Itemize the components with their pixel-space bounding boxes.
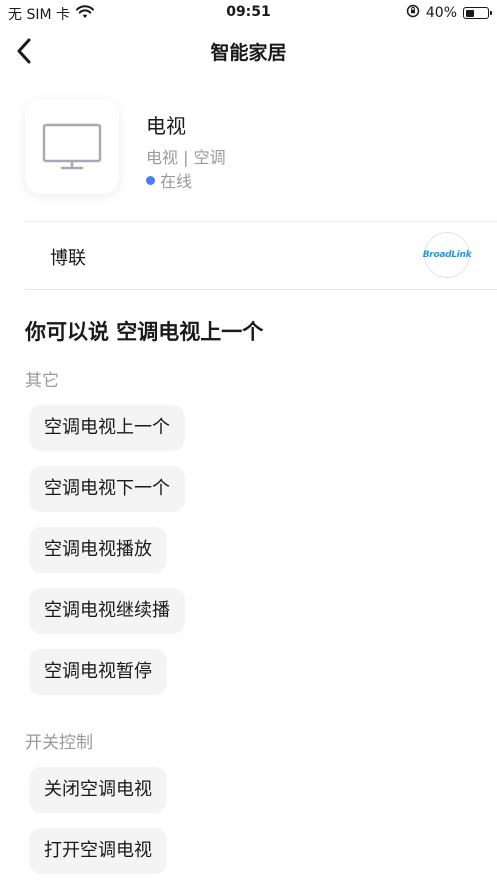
tv-icon xyxy=(42,123,102,170)
command-chip[interactable]: 空调电视暂停 xyxy=(29,649,167,695)
device-name: 电视 xyxy=(146,114,186,138)
battery-fill xyxy=(465,9,474,17)
say-heading: 你可以说 空调电视上一个 xyxy=(25,320,264,344)
device-status-label: 在线 xyxy=(160,172,193,191)
section-title-switch-control: 开关控制 xyxy=(25,733,93,753)
section-title-other: 其它 xyxy=(25,371,59,391)
command-chip[interactable]: 空调电视继续播 xyxy=(29,588,185,634)
device-icon-box xyxy=(25,100,119,194)
online-status-dot xyxy=(146,175,155,185)
command-chip[interactable]: 空调电视播放 xyxy=(29,527,167,573)
brand-name: 博联 xyxy=(50,248,86,269)
command-chip[interactable]: 关闭空调电视 xyxy=(29,767,167,813)
device-card: 电视 电视 | 空调 在线 xyxy=(25,100,497,200)
status-right: 40% xyxy=(406,4,492,22)
device-status: 在线 xyxy=(146,168,192,192)
rotation-lock-icon xyxy=(406,4,420,22)
command-chip[interactable]: 打开空调电视 xyxy=(29,828,167,874)
page-title: 智能家居 xyxy=(210,42,287,64)
command-chip[interactable]: 空调电视上一个 xyxy=(29,405,185,451)
divider xyxy=(25,289,497,290)
broadlink-logo-text: BroadLink xyxy=(422,250,472,260)
command-chip[interactable]: 空调电视下一个 xyxy=(29,466,185,512)
battery-cap xyxy=(490,11,492,15)
battery-icon xyxy=(463,7,492,19)
battery-percent: 40% xyxy=(425,5,457,21)
status-bar: 无 SIM 卡 09:51 40% xyxy=(0,0,497,26)
broadlink-logo: BroadLink xyxy=(422,232,472,278)
brand-row[interactable]: 博联 BroadLink xyxy=(25,222,497,290)
device-types: 电视 | 空调 xyxy=(146,148,226,167)
nav-bar: 智能家居 xyxy=(0,26,497,76)
